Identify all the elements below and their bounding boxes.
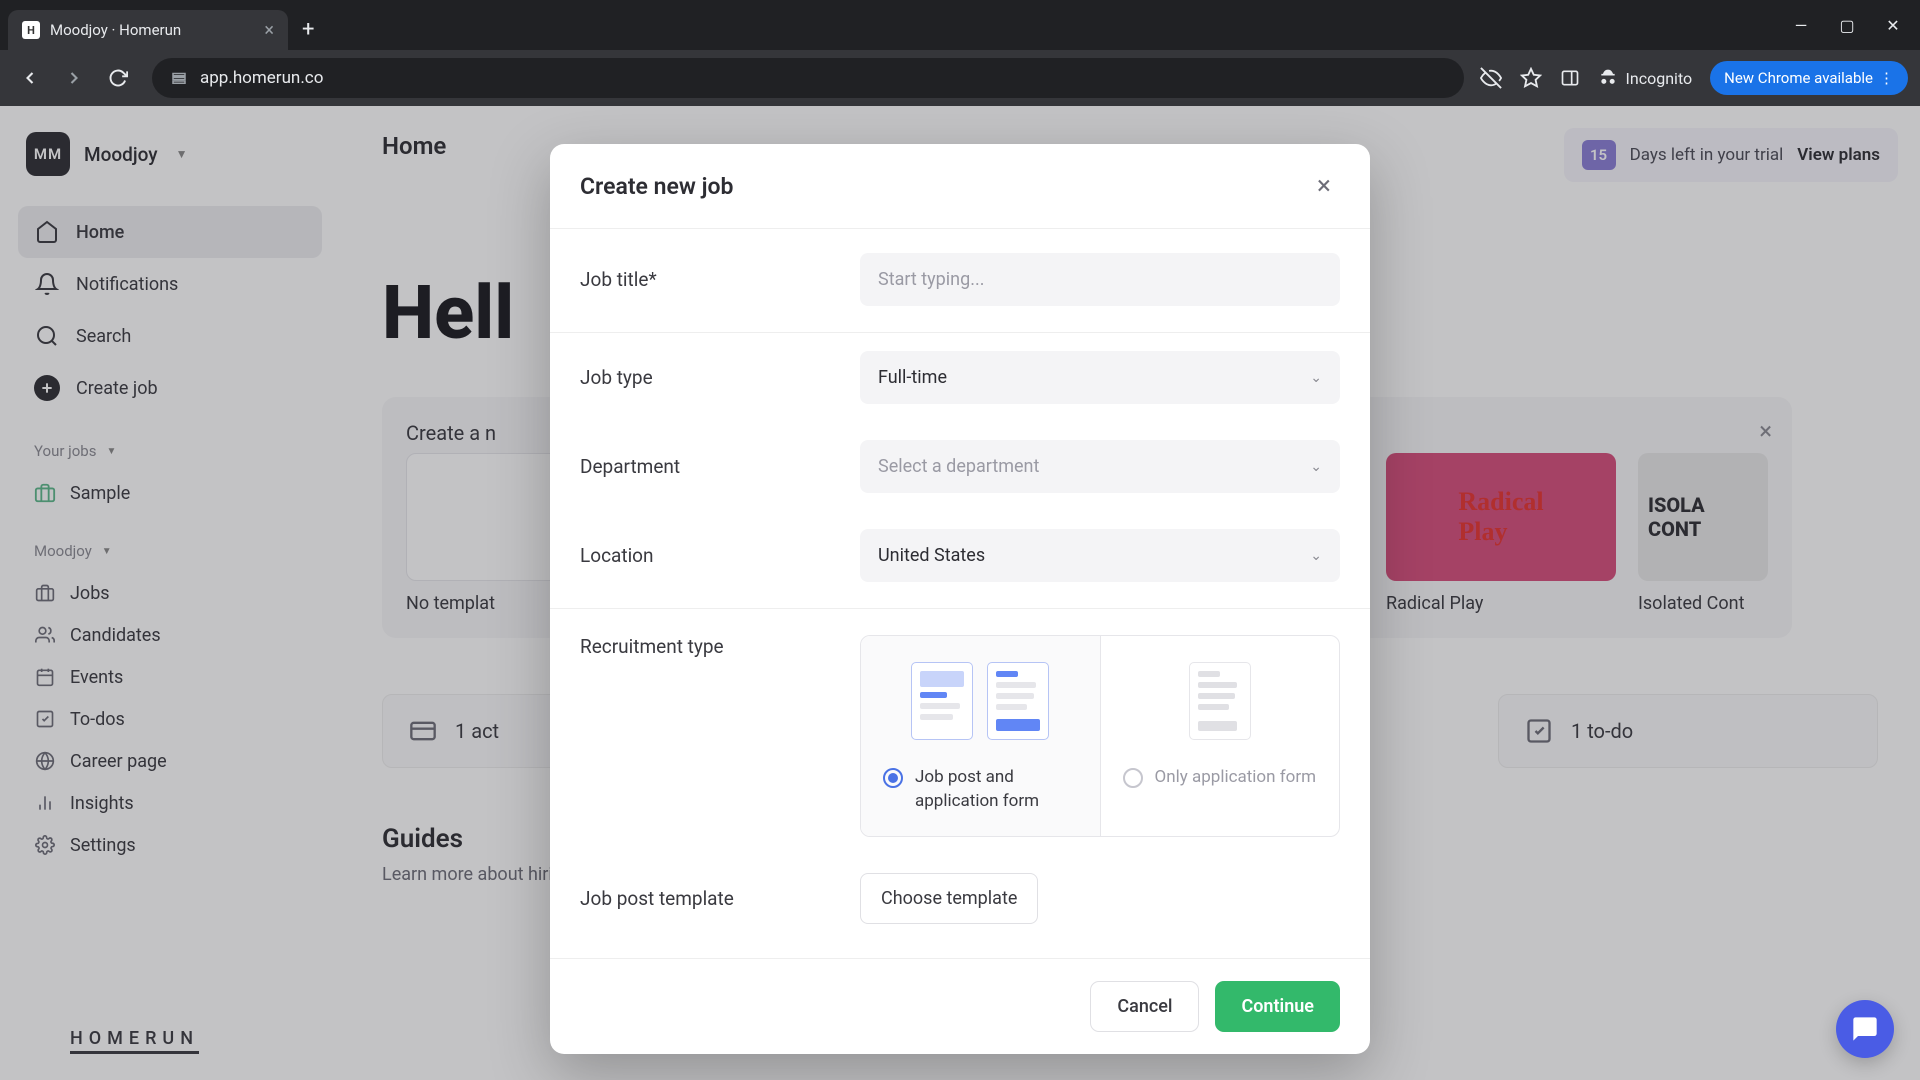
chevron-down-icon: ⌄ (1310, 370, 1322, 386)
radio-icon (883, 768, 903, 788)
browser-toolbar: app.homerun.co Incognito New Chrome avai… (0, 50, 1920, 106)
location-select[interactable]: United States ⌄ (860, 529, 1340, 582)
favicon: H (22, 21, 40, 39)
maximize-icon[interactable]: ▢ (1838, 16, 1856, 35)
job-title-label: Job title* (580, 268, 860, 291)
browser-tab[interactable]: H Moodjoy · Homerun × (8, 10, 288, 50)
recruit-option-form-only[interactable]: Only application form (1101, 636, 1340, 836)
job-type-label: Job type (580, 366, 860, 389)
forward-button[interactable] (56, 60, 92, 96)
create-job-modal: Create new job × Job title* Job type Ful… (550, 144, 1370, 1054)
close-tab-icon[interactable]: × (264, 20, 274, 41)
chrome-update-button[interactable]: New Chrome available ⋮ (1710, 61, 1908, 95)
radio-icon (1123, 768, 1143, 788)
window-controls: ― ▢ ✕ (1792, 16, 1912, 35)
chat-fab[interactable] (1836, 1000, 1894, 1058)
close-icon[interactable]: × (1308, 170, 1340, 202)
side-panel-icon[interactable] (1560, 68, 1580, 88)
modal-title: Create new job (580, 173, 733, 200)
minimize-icon[interactable]: ― (1792, 16, 1810, 35)
browser-tab-strip: H Moodjoy · Homerun × + ― ▢ ✕ (0, 0, 1920, 50)
eye-off-icon[interactable] (1480, 67, 1502, 89)
cancel-button[interactable]: Cancel (1090, 981, 1199, 1032)
department-select[interactable]: Select a department ⌄ (860, 440, 1340, 493)
chevron-down-icon: ⌄ (1310, 548, 1322, 564)
bookmark-icon[interactable] (1520, 67, 1542, 89)
new-tab-button[interactable]: + (302, 17, 314, 42)
reload-button[interactable] (100, 60, 136, 96)
incognito-badge: Incognito (1598, 68, 1693, 88)
chevron-down-icon: ⌄ (1310, 459, 1322, 475)
site-settings-icon[interactable] (170, 69, 188, 87)
choose-template-button[interactable]: Choose template (860, 873, 1038, 924)
modal-overlay[interactable]: Create new job × Job title* Job type Ful… (0, 106, 1920, 1080)
address-bar[interactable]: app.homerun.co (152, 58, 1464, 98)
job-title-input[interactable] (860, 253, 1340, 306)
close-window-icon[interactable]: ✕ (1884, 16, 1902, 35)
tab-title: Moodjoy · Homerun (50, 21, 181, 39)
more-icon: ⋮ (1879, 69, 1894, 87)
continue-button[interactable]: Continue (1215, 981, 1340, 1032)
location-label: Location (580, 544, 860, 567)
recruit-option-both[interactable]: Job post and application form (861, 636, 1101, 836)
job-post-template-label: Job post template (580, 887, 860, 910)
url-text: app.homerun.co (200, 68, 323, 88)
department-label: Department (580, 455, 860, 478)
job-type-select[interactable]: Full-time ⌄ (860, 351, 1340, 404)
recruitment-type-label: Recruitment type (580, 635, 860, 658)
back-button[interactable] (12, 60, 48, 96)
